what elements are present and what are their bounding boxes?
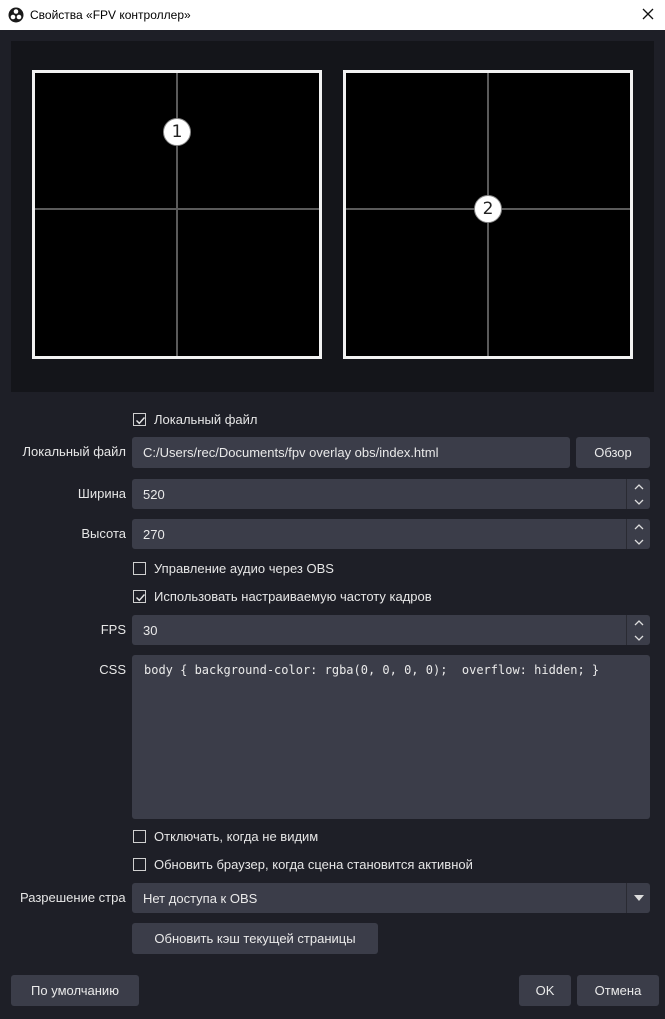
browse-button[interactable]: Обзор xyxy=(576,437,650,468)
defaults-button[interactable]: По умолчанию xyxy=(11,975,139,1006)
chevron-up-icon[interactable] xyxy=(627,615,651,630)
fps-value: 30 xyxy=(143,623,158,638)
width-spinner[interactable] xyxy=(626,479,650,509)
shutdown-checkbox-label: Отключать, когда не видим xyxy=(154,828,319,844)
chevron-down-icon[interactable] xyxy=(627,534,651,549)
refresh-checkbox[interactable] xyxy=(133,857,146,871)
obs-icon xyxy=(8,7,24,23)
fps-spinner[interactable] xyxy=(626,615,650,645)
ok-button[interactable]: OK xyxy=(519,975,571,1006)
chevron-down-icon[interactable] xyxy=(627,630,651,645)
chevron-up-icon[interactable] xyxy=(627,479,651,494)
refresh-cache-button[interactable]: Обновить кэш текущей страницы xyxy=(132,923,378,954)
permissions-select[interactable]: Нет доступа к OBS xyxy=(132,883,650,913)
marker-badge: 2 xyxy=(474,195,502,223)
crosshair-vertical xyxy=(176,73,178,356)
local-file-input[interactable]: C:/Users/rec/Documents/fpv overlay obs/i… xyxy=(132,437,570,468)
close-icon[interactable] xyxy=(639,5,657,23)
marker-badge: 1 xyxy=(163,118,191,146)
custom-fps-checkbox-label: Использовать настраиваемую частоту кадро… xyxy=(154,588,432,604)
width-value: 520 xyxy=(143,487,165,502)
chevron-down-icon[interactable] xyxy=(627,494,651,509)
fps-label: FPS xyxy=(100,622,126,637)
height-input[interactable]: 270 xyxy=(132,519,650,549)
chevron-up-icon[interactable] xyxy=(627,519,651,534)
dropdown-arrow-icon[interactable] xyxy=(626,883,650,913)
shutdown-checkbox[interactable] xyxy=(133,829,146,843)
local-file-value: C:/Users/rec/Documents/fpv overlay obs/i… xyxy=(143,445,439,460)
css-textarea[interactable]: body { background-color: rgba(0, 0, 0, 0… xyxy=(132,655,650,819)
audio-checkbox-row[interactable]: Управление аудио через OBS xyxy=(133,559,334,577)
audio-checkbox-label: Управление аудио через OBS xyxy=(154,560,334,576)
fps-input[interactable]: 30 xyxy=(132,615,650,645)
shutdown-checkbox-row[interactable]: Отключать, когда не видим xyxy=(133,827,318,845)
preview-area: 1 2 xyxy=(11,41,654,392)
height-label: Высота xyxy=(81,526,126,541)
cancel-button[interactable]: Отмена xyxy=(577,975,659,1006)
width-input[interactable]: 520 xyxy=(132,479,650,509)
permissions-value: Нет доступа к OBS xyxy=(143,891,258,906)
refresh-checkbox-row[interactable]: Обновить браузер, когда сцена становится… xyxy=(133,855,473,873)
height-value: 270 xyxy=(143,527,165,542)
custom-fps-checkbox[interactable] xyxy=(133,589,146,603)
local-file-checkbox[interactable] xyxy=(133,412,146,426)
refresh-checkbox-label: Обновить браузер, когда сцена становится… xyxy=(154,856,473,872)
window-title: Свойства «FPV контроллер» xyxy=(30,8,191,22)
local-file-checkbox-row[interactable]: Локальный файл xyxy=(133,410,258,428)
css-value: body { background-color: rgba(0, 0, 0, 0… xyxy=(144,663,600,677)
custom-fps-checkbox-row[interactable]: Использовать настраиваемую частоту кадро… xyxy=(133,587,432,605)
width-label: Ширина xyxy=(77,486,126,501)
preview-screen-1: 1 xyxy=(32,70,322,359)
permissions-label: Разрешение стра xyxy=(20,890,126,905)
local-file-checkbox-label: Локальный файл xyxy=(154,411,258,427)
preview-screen-2: 2 xyxy=(343,70,633,359)
audio-checkbox[interactable] xyxy=(133,561,146,575)
local-file-label: Локальный файл xyxy=(22,444,127,459)
title-bar: Свойства «FPV контроллер» xyxy=(0,0,665,30)
css-label: CSS xyxy=(99,662,126,677)
height-spinner[interactable] xyxy=(626,519,650,549)
